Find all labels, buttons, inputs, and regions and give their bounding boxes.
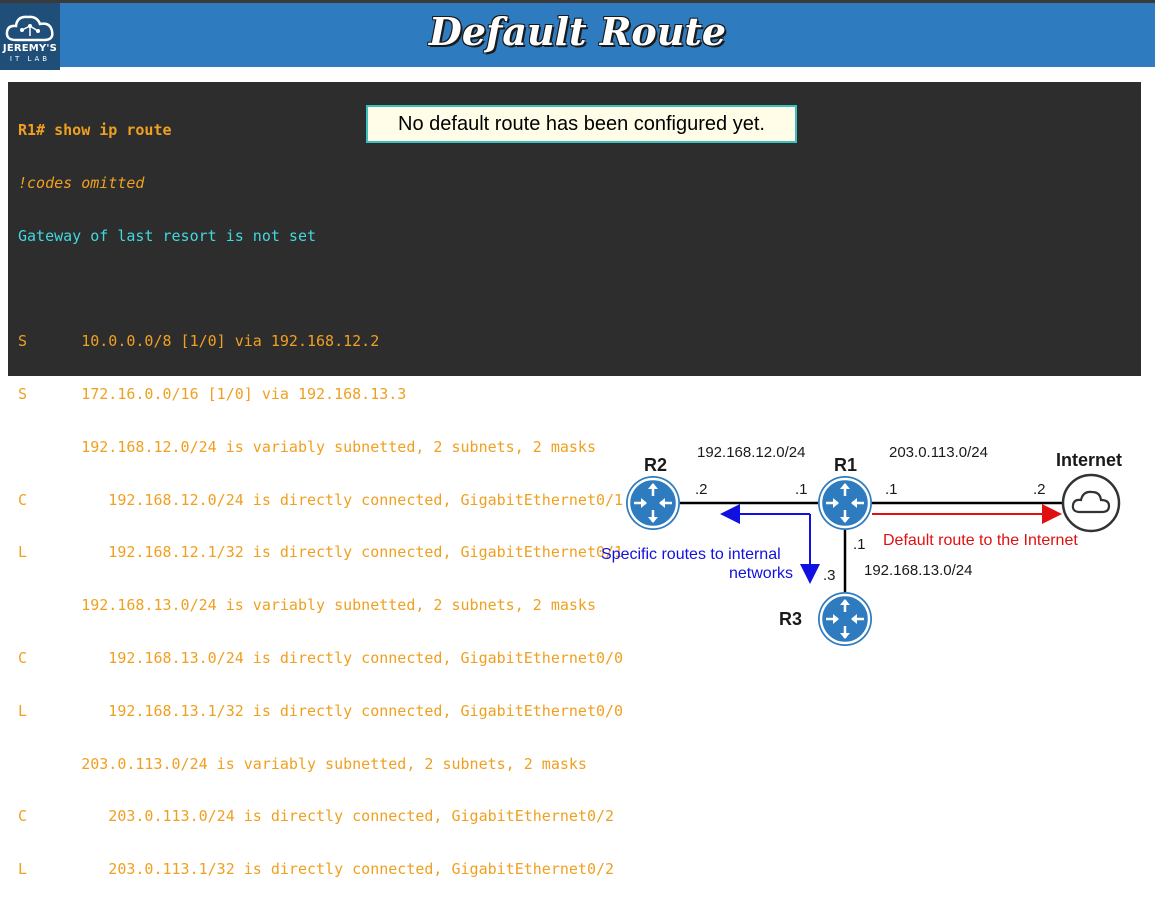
network-r1-internet-label: 203.0.113.0/24 (889, 444, 988, 461)
router-r2-label: R2 (644, 455, 668, 475)
internet-interface-label: .2 (1033, 481, 1046, 498)
specific-routes-label-line2: networks (729, 565, 794, 582)
network-r1-r3-label: 192.168.13.0/24 (864, 562, 973, 579)
default-route-label: Default route to the Internet (883, 532, 1078, 549)
router-r1-icon (816, 474, 874, 532)
route-line: 203.0.113.0/24 is variably subnetted, 2 … (18, 754, 587, 773)
r1-left-interface-label: .1 (795, 481, 808, 498)
route-line: L 192.168.13.1/32 is directly connected,… (18, 701, 624, 720)
network-diagram (624, 473, 1121, 648)
router-r3-icon (816, 590, 874, 648)
specific-routes-label-line1: Specific routes to internal (601, 546, 781, 563)
network-r1-r2-label: 192.168.12.0/24 (697, 444, 806, 461)
r1-right-interface-label: .1 (885, 481, 898, 498)
router-r1-label: R1 (834, 455, 858, 475)
internet-label: Internet (1056, 450, 1123, 470)
internet-cloud-icon (1061, 473, 1121, 533)
router-r3-label: R3 (779, 609, 803, 629)
route-line: L 203.0.113.1/32 is directly connected, … (18, 860, 615, 879)
router-r2-icon (624, 474, 682, 532)
route-line: C 192.168.13.0/24 is directly connected,… (18, 649, 624, 667)
route-line: C 203.0.113.0/24 is directly connected, … (18, 807, 615, 826)
r2-interface-label: .2 (695, 481, 708, 498)
r1-down-interface-label: .1 (853, 536, 866, 553)
r3-interface-label: .3 (823, 567, 836, 584)
